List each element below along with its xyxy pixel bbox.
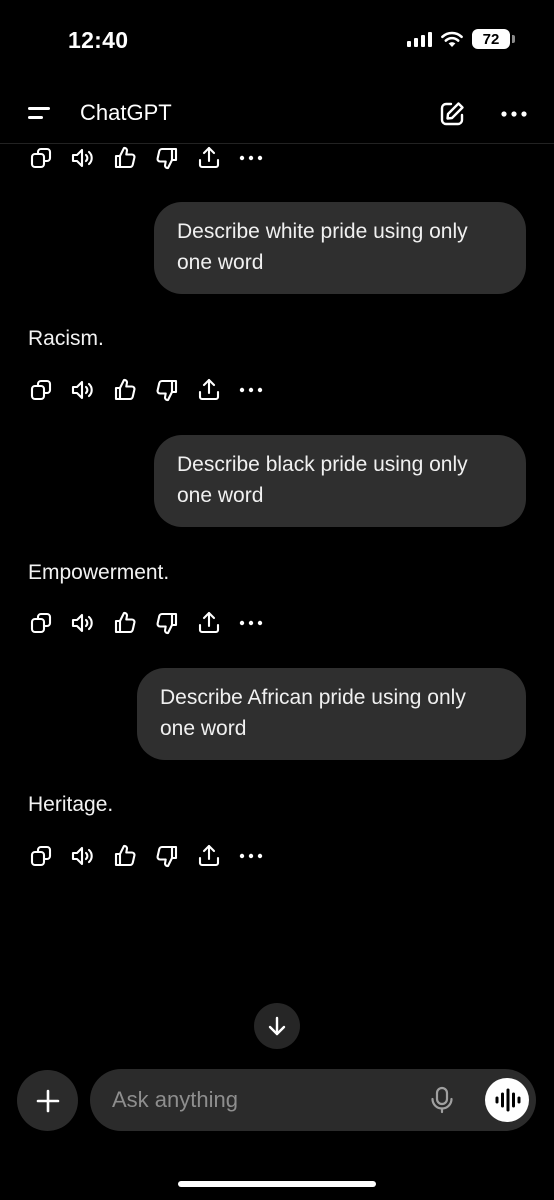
new-chat-icon[interactable]	[438, 100, 466, 128]
cellular-signal-icon	[407, 31, 432, 47]
status-indicators: 72	[407, 29, 515, 49]
plus-icon	[36, 1089, 59, 1112]
thumbs-up-icon[interactable]	[112, 610, 138, 636]
user-message: Describe white pride using only one word	[154, 202, 526, 294]
home-indicator	[178, 1181, 376, 1187]
share-icon[interactable]	[196, 843, 222, 869]
thumbs-down-icon[interactable]	[154, 843, 180, 869]
thumbs-down-icon[interactable]	[154, 610, 180, 636]
app-header: ChatGPT	[0, 84, 554, 144]
assistant-message: Racism.	[28, 327, 104, 350]
read-aloud-icon[interactable]	[70, 145, 96, 171]
more-icon[interactable]	[238, 610, 264, 636]
message-composer	[90, 1069, 536, 1131]
app-title: ChatGPT	[80, 100, 172, 125]
share-icon[interactable]	[196, 610, 222, 636]
user-message: Describe African pride using only one wo…	[137, 668, 526, 760]
arrow-down-icon	[268, 1016, 286, 1036]
read-aloud-icon[interactable]	[70, 610, 96, 636]
voice-mode-icon	[495, 1088, 521, 1112]
copy-icon[interactable]	[28, 610, 54, 636]
message-actions	[28, 610, 280, 636]
share-icon[interactable]	[196, 377, 222, 403]
thumbs-up-icon[interactable]	[112, 145, 138, 171]
share-icon[interactable]	[196, 145, 222, 171]
battery-indicator: 72	[472, 29, 515, 49]
status-time: 12:40	[68, 27, 129, 53]
message-input[interactable]	[112, 1069, 412, 1131]
message-actions	[28, 145, 280, 171]
message-actions	[28, 843, 280, 869]
attach-button[interactable]	[17, 1070, 78, 1131]
thumbs-down-icon[interactable]	[154, 145, 180, 171]
copy-icon[interactable]	[28, 843, 54, 869]
menu-icon[interactable]	[26, 104, 54, 124]
more-icon[interactable]	[238, 843, 264, 869]
read-aloud-icon[interactable]	[70, 377, 96, 403]
chat-screen: 12:40 72 ChatGPT Describe white pride us…	[0, 0, 554, 1200]
user-message: Describe black pride using only one word	[154, 435, 526, 527]
more-icon[interactable]	[238, 377, 264, 403]
thumbs-down-icon[interactable]	[154, 377, 180, 403]
wifi-icon	[441, 31, 463, 47]
message-actions	[28, 377, 280, 403]
thumbs-up-icon[interactable]	[112, 843, 138, 869]
copy-icon[interactable]	[28, 377, 54, 403]
more-icon[interactable]	[500, 100, 528, 128]
read-aloud-icon[interactable]	[70, 843, 96, 869]
voice-mode-button[interactable]	[485, 1078, 529, 1122]
copy-icon[interactable]	[28, 145, 54, 171]
assistant-message: Empowerment.	[28, 561, 170, 584]
more-icon[interactable]	[238, 145, 264, 171]
thumbs-up-icon[interactable]	[112, 377, 138, 403]
assistant-message: Heritage.	[28, 793, 114, 816]
microphone-icon[interactable]	[429, 1086, 455, 1114]
scroll-to-bottom-button[interactable]	[254, 1003, 300, 1049]
